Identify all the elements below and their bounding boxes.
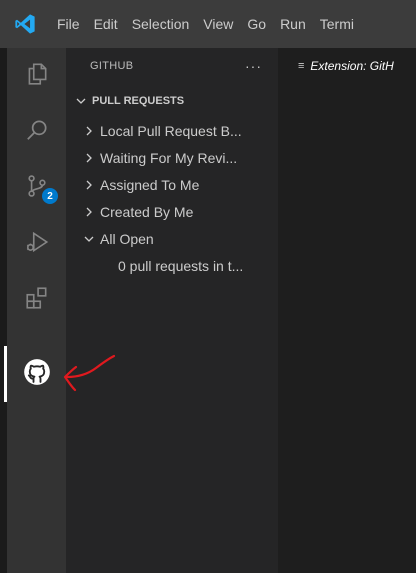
tree-item-label: Created By Me <box>100 204 194 220</box>
chevron-down-icon <box>78 234 100 244</box>
source-control-badge: 2 <box>42 188 58 204</box>
tree-item-empty-message: 0 pull requests in t... <box>118 253 274 279</box>
title-bar: File Edit Selection View Go Run Termi <box>0 0 416 48</box>
menu-terminal[interactable]: Termi <box>313 16 361 32</box>
chevron-right-icon <box>78 153 100 163</box>
editor-tab-label: Extension: GitH <box>310 59 394 73</box>
annotation-arrow <box>63 354 116 392</box>
editor-tab-extension[interactable]: ≡ Extension: GitH <box>278 48 416 84</box>
tree-item-created-by-me[interactable]: Created By Me <box>78 199 268 225</box>
tree-item-label: Assigned To Me <box>100 177 200 193</box>
extensions-icon <box>25 287 46 309</box>
preview-icon: ≡ <box>298 60 305 72</box>
menu-file[interactable]: File <box>50 16 87 32</box>
activity-bar: 2 <box>0 48 66 573</box>
chevron-down-icon <box>66 96 92 106</box>
explorer-button[interactable] <box>7 48 66 100</box>
pull-requests-section-header[interactable]: PULL REQUESTS <box>66 90 278 112</box>
section-label: PULL REQUESTS <box>92 95 185 107</box>
search-button[interactable] <box>7 104 66 156</box>
editor-area: ≡ Extension: GitH <box>278 48 416 573</box>
more-actions-button[interactable]: ··· <box>245 58 278 74</box>
menu-bar: File Edit Selection View Go Run Termi <box>50 0 361 48</box>
explorer-icon <box>28 63 46 85</box>
run-debug-icon <box>26 231 48 253</box>
run-debug-button[interactable] <box>7 216 66 268</box>
menu-view[interactable]: View <box>196 16 240 32</box>
search-icon <box>26 120 47 140</box>
github-sidebar: GITHUB ··· PULL REQUESTS Local Pull Requ… <box>66 48 278 573</box>
tree-item-waiting-for-my-review[interactable]: Waiting For My Revi... <box>78 145 268 171</box>
source-control-button[interactable]: 2 <box>7 160 66 212</box>
extensions-button[interactable] <box>7 272 66 324</box>
tree-item-label: Waiting For My Revi... <box>100 150 238 166</box>
tree-item-label: Local Pull Request B... <box>100 123 242 139</box>
chevron-right-icon <box>78 207 100 217</box>
tree-item-label: All Open <box>100 231 154 247</box>
tree-item-all-open[interactable]: All Open <box>78 226 268 252</box>
tree-item-assigned-to-me[interactable]: Assigned To Me <box>78 172 268 198</box>
chevron-right-icon <box>78 180 100 190</box>
menu-selection[interactable]: Selection <box>125 16 197 32</box>
menu-go[interactable]: Go <box>240 16 273 32</box>
github-icon <box>23 359 50 385</box>
sidebar-title: GITHUB <box>90 60 134 72</box>
chevron-right-icon <box>78 126 100 136</box>
tree-item-local-pull-request-branches[interactable]: Local Pull Request B... <box>78 118 268 144</box>
menu-edit[interactable]: Edit <box>87 16 125 32</box>
menu-run[interactable]: Run <box>273 16 313 32</box>
vscode-logo-icon <box>0 0 50 48</box>
sidebar-header: GITHUB ··· <box>66 48 278 84</box>
tree-item-label: 0 pull requests in t... <box>118 258 244 274</box>
